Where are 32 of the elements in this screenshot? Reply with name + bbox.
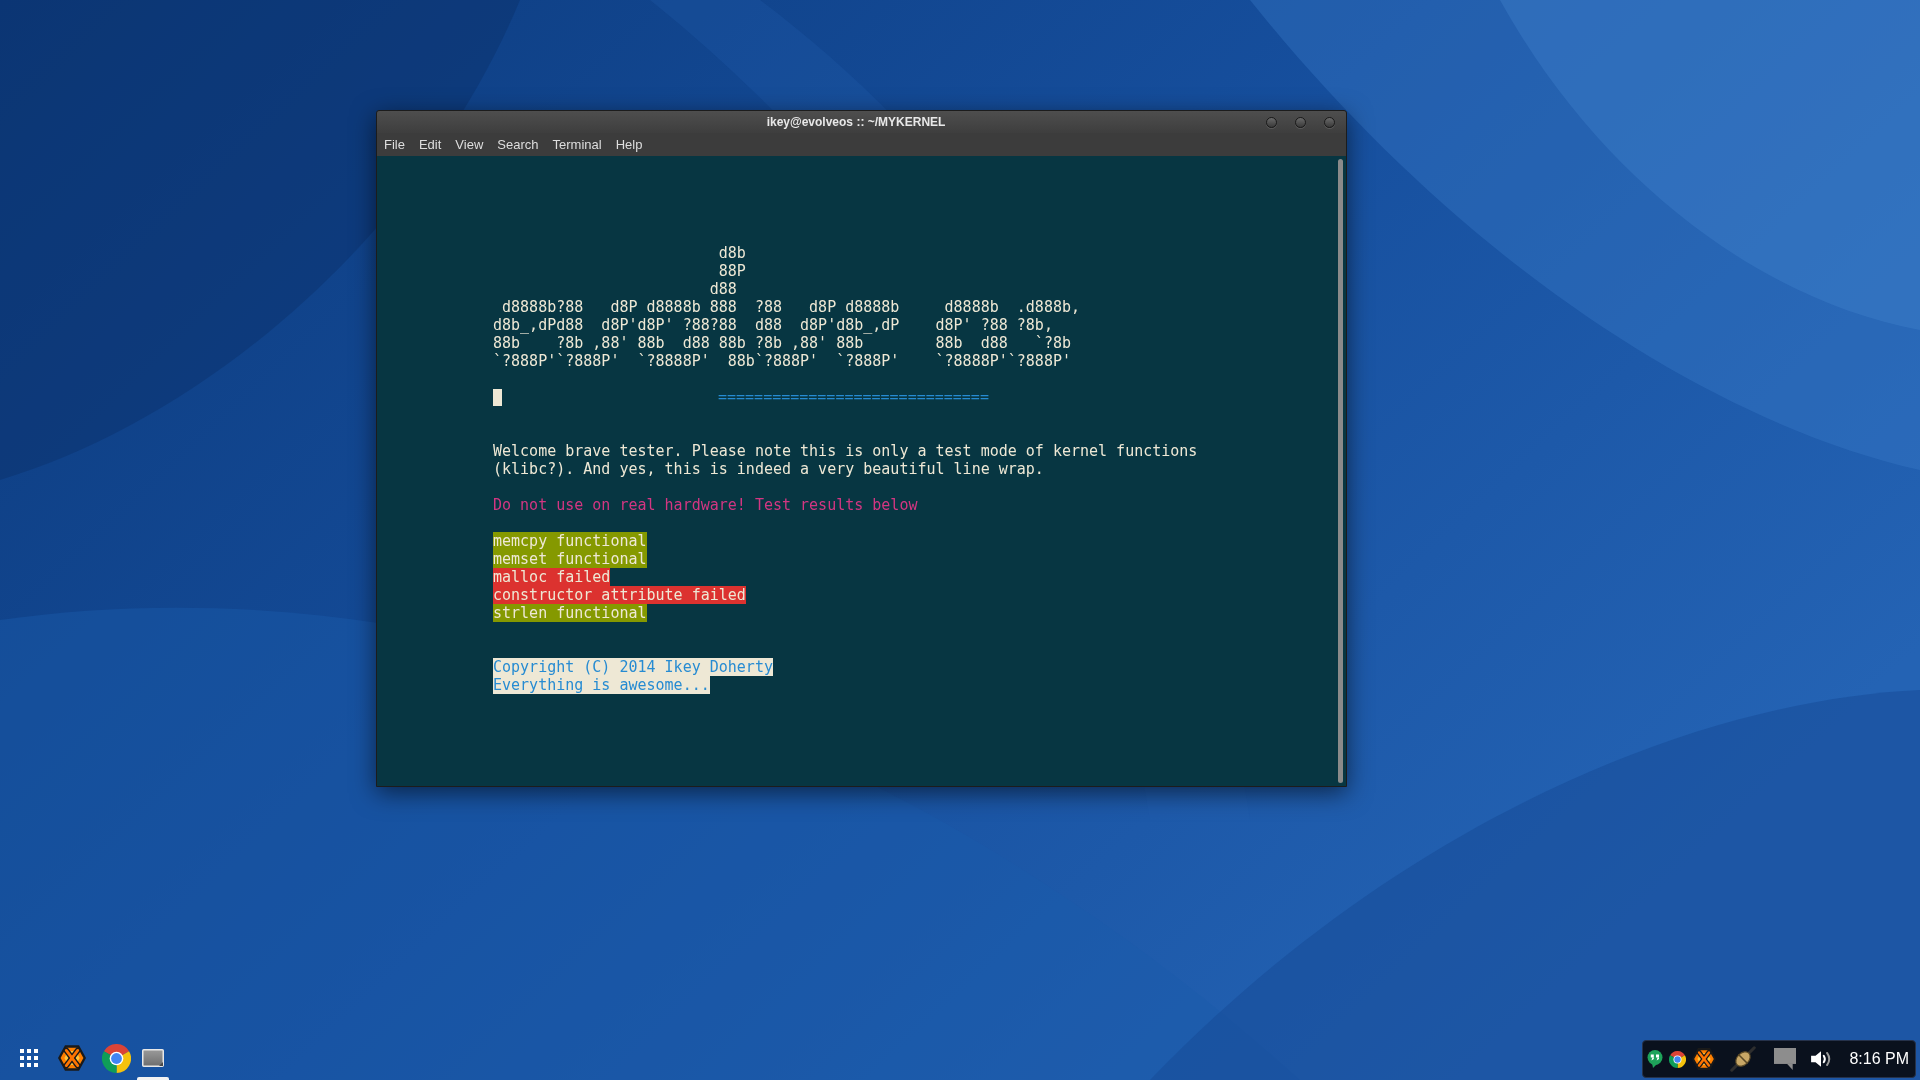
volume-icon[interactable] xyxy=(1810,1049,1833,1069)
test-result: memset functional xyxy=(493,550,647,568)
plug-icon[interactable] xyxy=(1730,1046,1757,1072)
menu-item[interactable]: Edit xyxy=(418,136,442,153)
test-result: memcpy functional xyxy=(493,532,647,550)
speech-bubble-icon[interactable] xyxy=(1774,1048,1797,1070)
menu-item[interactable]: File xyxy=(384,136,405,153)
hexagon-cross-icon[interactable] xyxy=(58,1044,86,1072)
window-title: ikey@evolveos :: ~/MYKERNEL xyxy=(766,114,946,131)
test-result: strlen functional xyxy=(493,604,647,622)
text-cursor-icon xyxy=(493,388,502,406)
test-result: malloc failed xyxy=(493,568,611,586)
menu-item[interactable]: Search xyxy=(497,136,539,153)
warning-text: Do not use on real hardware! Test results below xyxy=(493,496,918,514)
window-control-button[interactable] xyxy=(1324,116,1335,128)
test-result: constructor attribute failed xyxy=(493,586,746,604)
tricolor-ring-icon[interactable] xyxy=(101,1043,131,1073)
menu-item[interactable]: View xyxy=(455,136,484,153)
ascii-art-text: d8b 88P d88 d8888b?88 d8P d8888b 888 ?88 d8P d8888b d8888b .d888b, d8b_,dPd88 d8P'd8P' ?88?88 d88 d8P'd8b_,dP d8P' ?88 ?8b, 88b ?8b ,88' 88b d88 88b ?8b ,88' 88b 88b d88 `?8b `?888P'`?888P' `?8888P' 88b`?888P' `?888P' `?8888P'`?888P' xyxy=(493,244,1080,370)
tricolor-ring-icon[interactable] xyxy=(1669,1050,1687,1068)
app-grid-icon[interactable] xyxy=(20,1049,38,1067)
window-control-button[interactable] xyxy=(1266,116,1277,128)
quote-bubble-icon[interactable] xyxy=(1647,1050,1664,1068)
hexagon-cross-icon[interactable] xyxy=(1692,1047,1717,1071)
menu-item[interactable]: Terminal xyxy=(552,136,602,153)
divider-rule-text: ============================== xyxy=(718,388,989,406)
menu-item[interactable]: Help xyxy=(615,136,643,153)
window-control-button[interactable] xyxy=(1295,116,1306,128)
welcome-message: Welcome brave tester. Please note this is only a test mode of kernel functions (klibc?). And yes, this is indeed a very beautiful line wrap. xyxy=(493,442,1199,478)
scrollbar[interactable] xyxy=(1338,159,1343,783)
clock: 8:16 PM xyxy=(1849,1049,1909,1069)
window-icon[interactable] xyxy=(142,1049,164,1067)
